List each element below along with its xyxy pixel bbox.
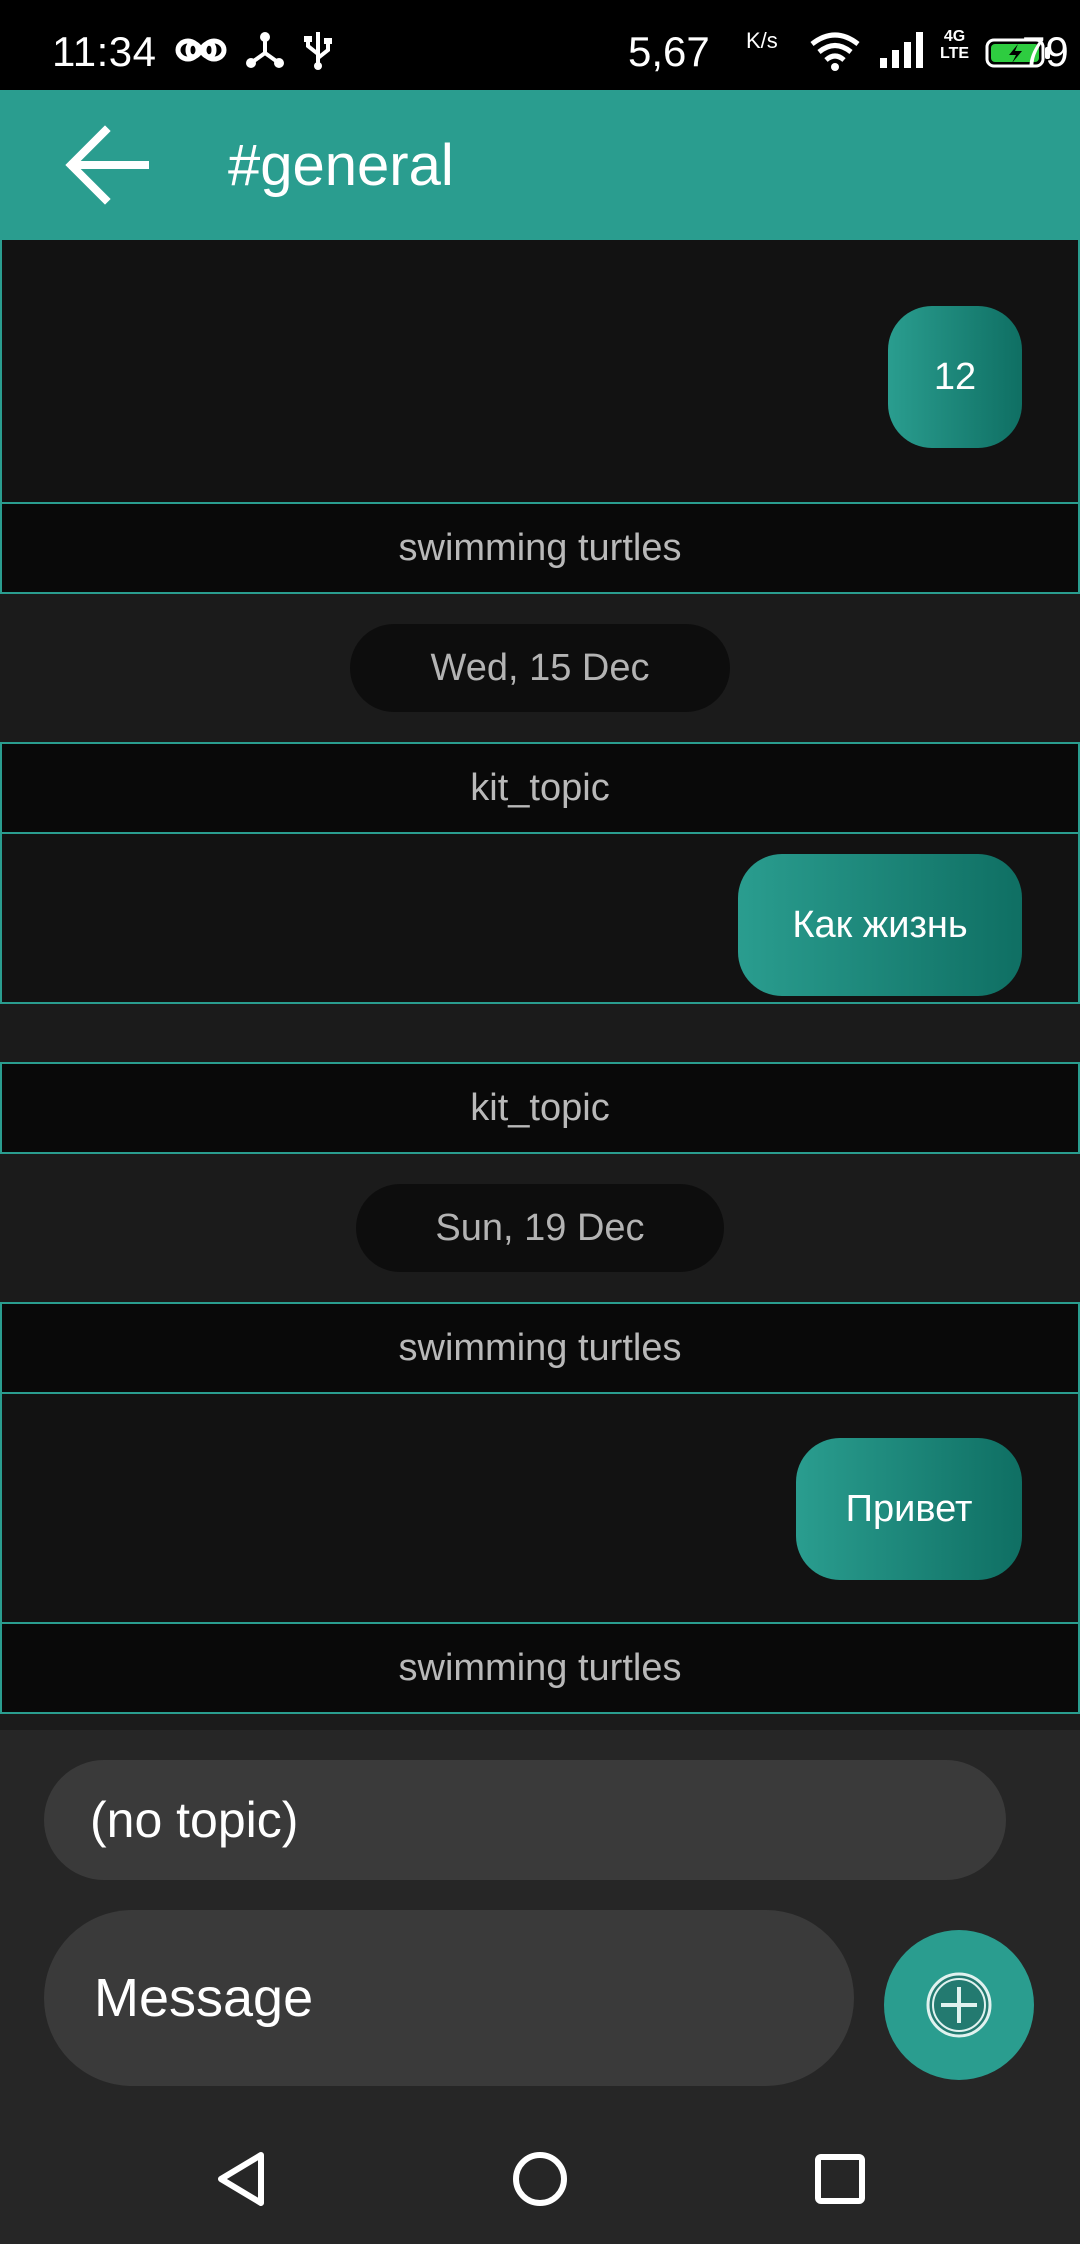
network-speed: 5,67 (628, 28, 710, 75)
home-circle-icon (513, 2152, 567, 2206)
message-bubble[interactable]: 12 (888, 306, 1022, 448)
channel-title: #general (228, 133, 454, 198)
battery-level: 79 (1022, 28, 1069, 75)
status-bar: 11:34 5,67 K/s 4G LTE 79 (0, 0, 1080, 90)
topic-header[interactable]: swimming turtles (0, 1302, 1080, 1394)
back-button[interactable] (52, 120, 162, 210)
nav-back-button[interactable] (206, 2144, 276, 2214)
topic-header[interactable]: swimming turtles (0, 1622, 1080, 1714)
compose-area: (no topic) Message (0, 1730, 1080, 2102)
infinity-icon (175, 38, 227, 62)
arrow-left-icon (65, 125, 149, 205)
message-bubble[interactable]: Как жизнь (738, 854, 1022, 996)
wifi-icon (810, 32, 860, 71)
system-nav-bar (0, 2102, 1080, 2244)
status-time: 11:34 (52, 28, 157, 75)
status-icons-left (175, 30, 333, 70)
status-icons-right: 5,67 K/s 4G LTE 79 (560, 0, 1080, 90)
usb-icon (304, 32, 332, 70)
message-list[interactable]: 12 swimming turtles Wed, 15 Dec kit_topi… (0, 240, 1080, 1730)
nav-home-button[interactable] (505, 2144, 575, 2214)
recents-square-icon (815, 2154, 865, 2204)
hub-icon (246, 32, 284, 68)
topic-header[interactable]: kit_topic (0, 1062, 1080, 1154)
app-bar: #general (0, 90, 1080, 240)
back-triangle-icon (218, 2152, 264, 2206)
date-separator: Wed, 15 Dec (350, 624, 730, 712)
network-type: 4G LTE (940, 28, 970, 62)
signal-icon (880, 32, 923, 68)
add-attachment-button[interactable] (884, 1930, 1034, 2080)
plus-circle-icon (926, 1972, 992, 2038)
topic-header[interactable]: swimming turtles (0, 502, 1080, 594)
message-row[interactable]: Привет (0, 1392, 1080, 1626)
message-row[interactable]: 12 (0, 240, 1080, 504)
topic-input[interactable]: (no topic) (44, 1760, 1006, 1880)
nav-recents-button[interactable] (805, 2144, 875, 2214)
message-bubble[interactable]: Привет (796, 1438, 1022, 1580)
date-separator: Sun, 19 Dec (356, 1184, 724, 1272)
topic-header[interactable]: kit_topic (0, 742, 1080, 834)
network-speed-unit: K/s (746, 28, 778, 53)
message-row[interactable]: Как жизнь (0, 832, 1080, 1004)
message-input[interactable]: Message (44, 1910, 854, 2086)
